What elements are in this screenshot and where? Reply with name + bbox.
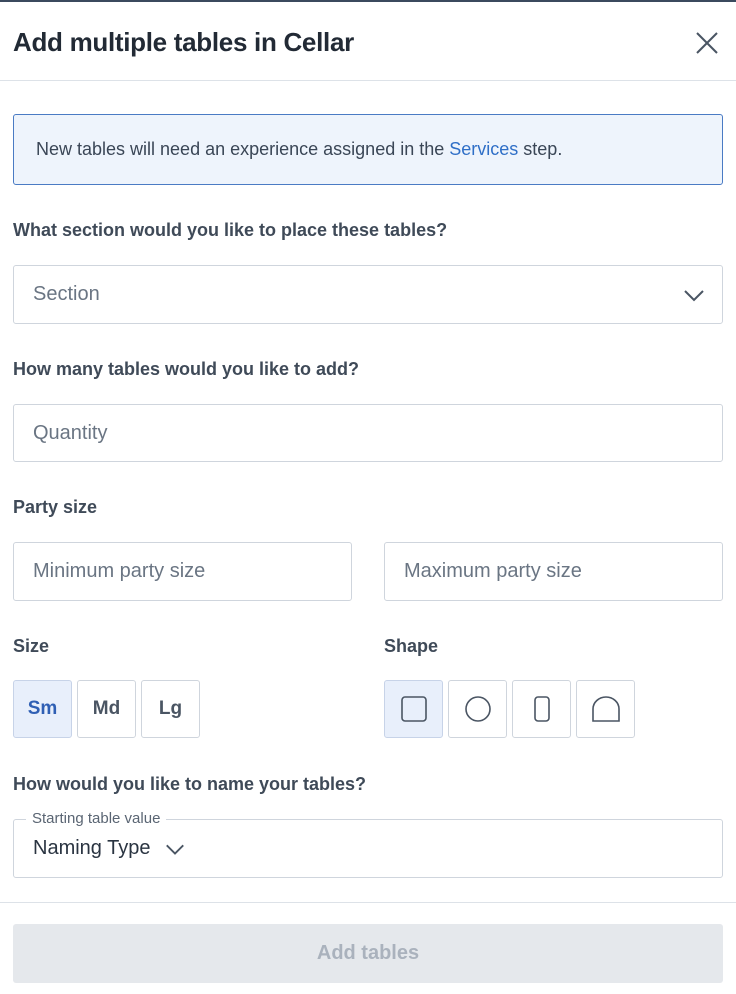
chevron-down-icon <box>166 844 185 855</box>
chevron-down-icon <box>684 289 704 301</box>
quantity-placeholder: Quantity <box>33 421 108 444</box>
naming-label: How would you like to name your tables? <box>13 774 367 794</box>
quantity-label: How many tables would you like to add? <box>13 359 360 379</box>
quantity-input[interactable]: Quantity <box>13 404 723 462</box>
footer-divider <box>0 902 736 903</box>
size-option-lg[interactable]: Lg <box>141 680 200 738</box>
shape-label: Shape <box>384 636 439 656</box>
party-size-label: Party size <box>13 497 98 517</box>
dialog-header: Add multiple tables in Cellar <box>0 2 736 81</box>
rectangle-icon <box>533 696 550 722</box>
naming-type-select[interactable]: Naming Type <box>13 819 723 878</box>
circle-icon <box>464 696 491 722</box>
add-tables-button[interactable]: Add tables <box>13 924 723 983</box>
naming-type-value: Naming Type <box>33 837 151 859</box>
naming-legend: Starting table value <box>26 810 167 827</box>
shape-option-arch[interactable] <box>576 680 635 738</box>
max-party-size-input[interactable]: Maximum party size <box>384 542 723 601</box>
max-party-size-placeholder: Maximum party size <box>404 560 582 582</box>
min-party-size-input[interactable]: Minimum party size <box>13 542 352 601</box>
square-icon <box>400 696 427 722</box>
shape-option-rectangle[interactable] <box>512 680 571 738</box>
size-label: Size <box>13 636 50 656</box>
arch-icon <box>591 696 620 722</box>
min-party-size-placeholder: Minimum party size <box>33 560 206 582</box>
shape-option-circle[interactable] <box>448 680 507 738</box>
info-text: New tables will need an experience assig… <box>36 139 563 159</box>
section-select[interactable]: Section <box>13 265 723 324</box>
size-option-md[interactable]: Md <box>77 680 136 738</box>
section-label: What section would you like to place the… <box>13 220 448 240</box>
shape-option-square[interactable] <box>384 680 443 738</box>
section-placeholder: Section <box>33 283 100 305</box>
dialog-title: Add multiple tables in Cellar <box>13 27 354 57</box>
close-icon[interactable] <box>692 28 722 58</box>
size-option-sm[interactable]: Sm <box>13 680 72 738</box>
services-link[interactable]: Services <box>449 139 518 159</box>
info-banner: New tables will need an experience assig… <box>13 114 723 185</box>
